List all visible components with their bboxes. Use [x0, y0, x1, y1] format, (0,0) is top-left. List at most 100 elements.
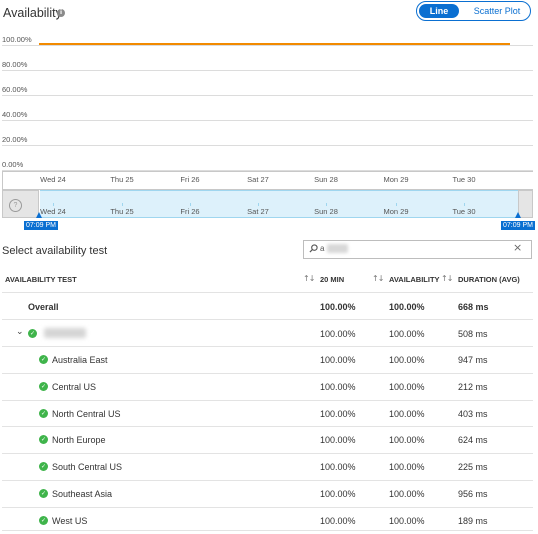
chart-gridline: [2, 120, 533, 121]
brush-tick-mark: [464, 203, 465, 206]
x-tick-label: Sun 28: [314, 175, 338, 184]
redacted-test-name: [44, 328, 86, 338]
row-duration: 189 ms: [458, 516, 488, 526]
check-circle-icon: ✓: [39, 516, 48, 525]
row-20min: 100.00%: [320, 435, 356, 445]
col-header-availability[interactable]: AVAILABILITY: [389, 275, 440, 284]
sort-icon[interactable]: ↑↓: [441, 274, 453, 283]
x-tick-label: Thu 25: [110, 175, 134, 184]
select-test-heading: Select availability test: [2, 245, 108, 257]
row-availability: 100.00%: [389, 516, 425, 526]
x-tick-label: Mon 29: [383, 175, 409, 184]
row-20min: 100.00%: [320, 516, 356, 526]
drag-handle-icon[interactable]: ?: [9, 199, 22, 212]
row-20min: 100.00%: [320, 355, 356, 365]
x-tick-label: Fri 26: [180, 175, 200, 184]
table-bottom-divider: [2, 530, 533, 531]
location-name: Southeast Asia: [52, 489, 113, 499]
row-availability: 100.00%: [389, 462, 425, 472]
location-name: North Central US: [52, 409, 121, 419]
brush-tick-mark: [396, 203, 397, 206]
brush-end-time: 07:09 PM: [501, 221, 535, 230]
availability-chart: 100.00% 80.00% 60.00% 40.00% 20.00% 0.00%: [0, 30, 538, 190]
chart-gridline: [2, 95, 533, 96]
search-input-value: a: [320, 244, 325, 253]
brush-start-handle[interactable]: [36, 212, 42, 218]
brush-tick-mark: [258, 203, 259, 206]
group-20min: 100.00%: [320, 329, 356, 339]
check-circle-icon: ✓: [28, 329, 37, 338]
row-20min: 100.00%: [320, 489, 356, 499]
group-availability: 100.00%: [389, 329, 425, 339]
col-header-20min[interactable]: 20 MIN: [320, 275, 344, 284]
check-circle-icon: ✓: [39, 462, 48, 471]
location-name: South Central US: [52, 462, 123, 472]
scatter-plot-view-button[interactable]: Scatter Plot: [466, 4, 528, 18]
y-tick-label: 0.00%: [2, 160, 24, 169]
close-icon[interactable]: ×: [513, 241, 522, 254]
brush-tick-label: Sat 27: [247, 207, 269, 216]
chart-gridline: [2, 45, 533, 46]
sort-icon[interactable]: ↑↓: [372, 274, 384, 283]
chevron-down-icon[interactable]: ⌄: [16, 327, 24, 337]
row-duration: 225 ms: [458, 462, 488, 472]
row-availability: 100.00%: [389, 382, 425, 392]
row-duration: 947 ms: [458, 355, 488, 365]
search-icon: [309, 244, 318, 253]
overall-label: Overall: [28, 302, 59, 312]
brush-tick-mark: [326, 203, 327, 206]
row-duration: 624 ms: [458, 435, 488, 445]
redacted-search-text: [327, 244, 348, 253]
chart-gridline: [2, 70, 533, 71]
page-title: Availability: [3, 6, 62, 20]
brush-tick-label: Fri 26: [180, 207, 200, 216]
col-header-test[interactable]: AVAILABILITY TEST: [5, 275, 77, 284]
overall-20min: 100.00%: [320, 302, 356, 312]
x-tick-label: Tue 30: [452, 175, 476, 184]
y-tick-label: 80.00%: [2, 60, 28, 69]
row-duration: 403 ms: [458, 409, 488, 419]
location-name: Central US: [52, 382, 97, 392]
y-tick-label: 100.00%: [2, 35, 32, 44]
x-tick-label: Sat 27: [247, 175, 269, 184]
row-availability: 100.00%: [389, 355, 425, 365]
x-tick-label: Wed 24: [40, 175, 66, 184]
location-name: North Europe: [52, 435, 106, 445]
check-circle-icon: ✓: [39, 355, 48, 364]
check-circle-icon: ✓: [39, 409, 48, 418]
check-circle-icon: ✓: [39, 382, 48, 391]
line-view-button[interactable]: Line: [419, 4, 459, 18]
row-duration: 956 ms: [458, 489, 488, 499]
row-availability: 100.00%: [389, 409, 425, 419]
brush-tick-mark: [53, 203, 54, 206]
check-circle-icon: ✓: [39, 489, 48, 498]
row-20min: 100.00%: [320, 409, 356, 419]
row-20min: 100.00%: [320, 462, 356, 472]
row-availability: 100.00%: [389, 489, 425, 499]
row-duration: 212 ms: [458, 382, 488, 392]
location-name: Australia East: [52, 355, 108, 365]
info-icon[interactable]: i: [57, 9, 65, 17]
y-tick-label: 20.00%: [2, 135, 28, 144]
availability-series-line: [39, 43, 510, 45]
sort-icon[interactable]: ↑↓: [303, 274, 315, 283]
location-name: West US: [52, 516, 88, 526]
brush-tick-mark: [122, 203, 123, 206]
brush-tick-mark: [190, 203, 191, 206]
table-row-overall[interactable]: [2, 292, 533, 319]
brush-tick-label: Thu 25: [110, 207, 134, 216]
chart-gridline: [2, 145, 533, 146]
brush-tick-label: Mon 29: [383, 207, 409, 216]
col-header-duration[interactable]: DURATION (AVG): [458, 275, 520, 284]
row-availability: 100.00%: [389, 435, 425, 445]
brush-start-time: 07:09 PM: [24, 221, 58, 230]
overall-duration: 668 ms: [458, 302, 489, 312]
y-tick-label: 60.00%: [2, 85, 28, 94]
brush-tick-label: Sun 28: [314, 207, 338, 216]
brush-end-handle[interactable]: [515, 212, 521, 218]
overall-availability: 100.00%: [389, 302, 425, 312]
group-duration: 508 ms: [458, 329, 488, 339]
brush-tick-label: Tue 30: [452, 207, 476, 216]
check-circle-icon: ✓: [39, 435, 48, 444]
row-20min: 100.00%: [320, 382, 356, 392]
